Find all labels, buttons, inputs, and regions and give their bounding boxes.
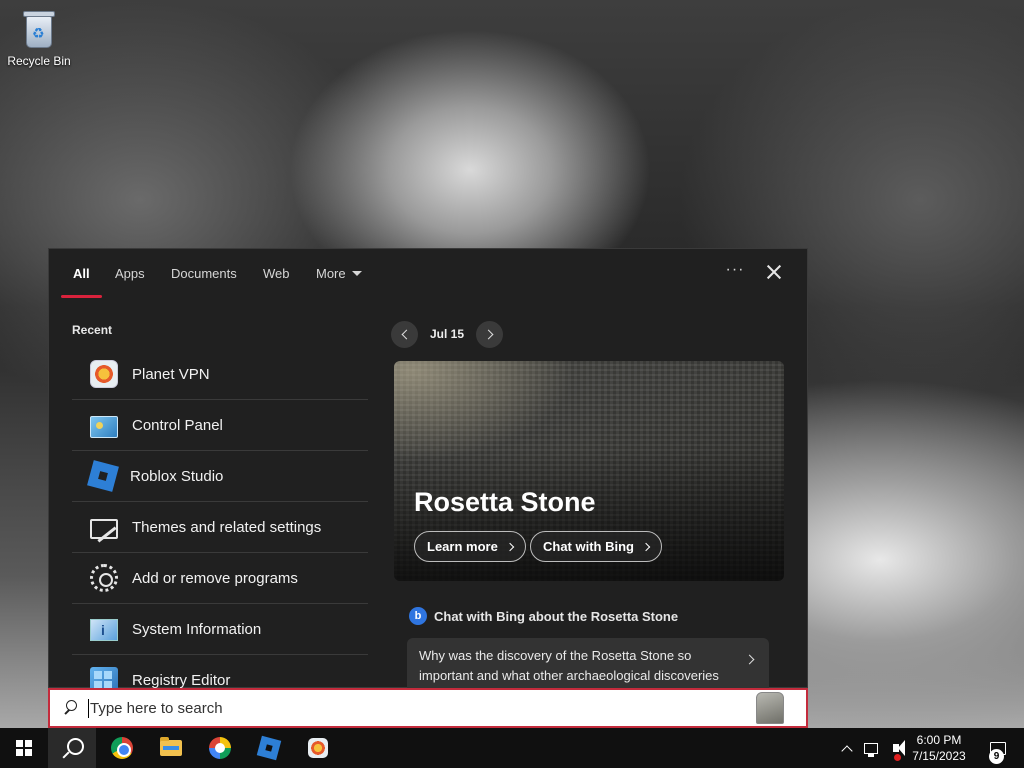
tab-more[interactable]: More xyxy=(316,266,362,281)
chat-with-bing-button[interactable]: Chat with Bing xyxy=(530,531,662,562)
chevron-right-icon xyxy=(744,654,755,665)
themes-icon xyxy=(90,519,118,539)
recent-item-label: Themes and related settings xyxy=(132,518,322,536)
bing-question-card[interactable]: Why was the discovery of the Rosetta Sto… xyxy=(407,638,769,692)
recycle-bin-icon: ♻ xyxy=(20,8,58,50)
camera-app-button[interactable] xyxy=(196,728,244,768)
more-options-icon[interactable]: ··· xyxy=(725,261,745,281)
search-tabs: All Apps Documents Web More ··· xyxy=(49,249,807,301)
windows-logo-icon xyxy=(16,740,32,756)
chevron-right-icon xyxy=(641,542,651,551)
system-information-icon xyxy=(90,619,118,641)
highlight-title: Rosetta Stone xyxy=(414,487,596,517)
clock-time: 6:00 PM xyxy=(916,733,962,747)
chevron-left-icon xyxy=(401,329,411,339)
bing-icon: b xyxy=(409,607,427,625)
clock-date: 7/15/2023 xyxy=(912,749,966,763)
folder-icon xyxy=(160,737,182,756)
control-panel-icon xyxy=(90,415,118,438)
tab-apps[interactable]: Apps xyxy=(115,266,145,281)
recent-item-themes[interactable]: Themes and related settings xyxy=(72,502,368,553)
desktop-icon-recycle-bin[interactable]: ♻ Recycle Bin xyxy=(4,6,74,68)
chevron-right-icon xyxy=(505,542,515,551)
chevron-down-icon xyxy=(351,271,362,276)
recent-item-label: Registry Editor xyxy=(132,672,231,689)
search-icon xyxy=(62,738,84,758)
recent-item-label: Control Panel xyxy=(132,416,223,434)
rosetta-stone-thumbnail-icon xyxy=(756,692,784,724)
search-icon xyxy=(63,700,77,714)
network-button[interactable] xyxy=(860,728,882,768)
learn-more-button[interactable]: Learn more xyxy=(414,531,526,562)
planet-vpn-icon xyxy=(308,738,328,758)
recent-item-label: Add or remove programs xyxy=(132,569,298,587)
chrome-icon xyxy=(111,737,133,759)
start-button[interactable] xyxy=(0,728,48,768)
recent-heading: Recent xyxy=(72,323,113,337)
volume-button[interactable] xyxy=(884,728,908,768)
camera-icon xyxy=(209,737,231,759)
search-highlight-card[interactable]: Rosetta Stone Learn more Chat with Bing xyxy=(394,361,784,581)
close-icon[interactable] xyxy=(765,263,783,281)
mute-indicator-icon xyxy=(894,754,901,761)
tab-web[interactable]: Web xyxy=(263,266,290,281)
roblox-studio-button[interactable] xyxy=(245,728,293,768)
previous-day-button[interactable] xyxy=(391,320,418,348)
show-hidden-icons-button[interactable] xyxy=(836,728,858,768)
network-icon xyxy=(864,742,878,757)
active-tab-indicator xyxy=(61,295,102,298)
file-explorer-button[interactable] xyxy=(147,728,195,768)
learn-more-label: Learn more xyxy=(427,539,498,554)
tab-all[interactable]: All xyxy=(73,266,90,281)
recent-item-label: System Information xyxy=(132,620,262,638)
search-panel: All Apps Documents Web More ··· Recent P… xyxy=(48,248,808,695)
clock[interactable]: 6:00 PM 7/15/2023 xyxy=(908,728,970,768)
chrome-button[interactable] xyxy=(98,728,146,768)
taskbar-search-box[interactable]: Type here to search xyxy=(48,688,808,728)
search-button[interactable] xyxy=(48,728,96,768)
roblox-studio-icon xyxy=(87,460,119,492)
taskbar: 6:00 PM 7/15/2023 xyxy=(0,728,1024,768)
recent-item-system-information[interactable]: System Information xyxy=(72,604,368,655)
gear-icon xyxy=(90,564,118,592)
recent-item-label: Planet VPN xyxy=(132,365,210,383)
tab-more-label: More xyxy=(316,266,346,281)
recent-item-add-remove-programs[interactable]: Add or remove programs xyxy=(72,553,368,604)
recent-item-label: Roblox Studio xyxy=(130,467,224,485)
chat-with-bing-label: Chat with Bing xyxy=(543,539,634,554)
chevron-up-icon xyxy=(841,744,853,757)
rosetta-stone-image xyxy=(394,361,574,461)
bing-chat-heading-text: Chat with Bing about the Rosetta Stone xyxy=(434,608,679,624)
recent-item-control-panel[interactable]: Control Panel xyxy=(72,400,368,451)
recent-item-roblox-studio[interactable]: Roblox Studio xyxy=(72,451,368,502)
recent-item-planet-vpn[interactable]: Planet VPN xyxy=(72,349,368,400)
desktop-icon-label: Recycle Bin xyxy=(7,54,71,68)
planet-vpn-icon xyxy=(90,360,118,388)
search-input[interactable]: Type here to search xyxy=(90,700,223,717)
roblox-icon xyxy=(256,735,282,761)
date-navigator: Jul 15 xyxy=(391,320,504,348)
volume-muted-icon xyxy=(893,740,905,756)
chevron-right-icon xyxy=(483,329,493,339)
planet-vpn-button[interactable] xyxy=(294,728,342,768)
bing-chat-heading: b Chat with Bing about the Rosetta Stone xyxy=(409,607,678,625)
bing-question-text: Why was the discovery of the Rosetta Sto… xyxy=(419,648,719,692)
recent-list: Planet VPN Control Panel Roblox Studio T… xyxy=(72,349,368,706)
highlight-date: Jul 15 xyxy=(430,327,465,341)
tab-documents[interactable]: Documents xyxy=(171,266,237,281)
notification-count-badge: 9 xyxy=(989,749,1004,764)
next-day-button[interactable] xyxy=(476,320,504,348)
text-cursor xyxy=(88,699,89,718)
